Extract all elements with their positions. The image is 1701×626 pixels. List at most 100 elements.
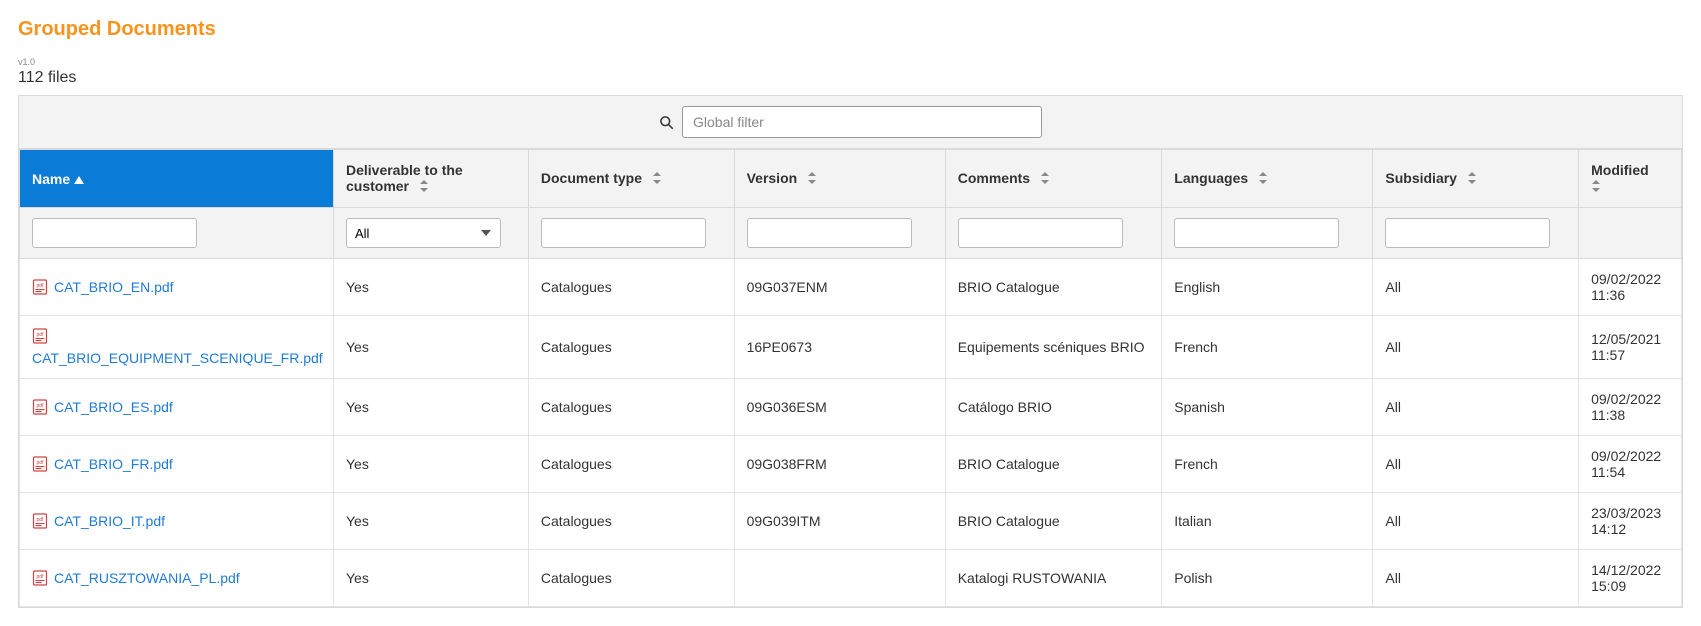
sort-both-icon <box>652 171 662 187</box>
cell-subsidiary: All <box>1373 316 1579 379</box>
file-link[interactable]: CAT_BRIO_ES.pdf <box>54 399 173 415</box>
filter-name-input[interactable] <box>32 218 197 248</box>
cell-version: 09G036ESM <box>734 379 945 436</box>
table-row: pdf CAT_BRIO_IT.pdf Yes Catalogues 09G03… <box>20 493 1682 550</box>
filter-version-input[interactable] <box>747 218 912 248</box>
file-link[interactable]: CAT_BRIO_IT.pdf <box>54 513 165 529</box>
cell-deliverable: Yes <box>333 379 528 436</box>
cell-modified: 14/12/2022 15:09 <box>1579 550 1682 607</box>
sort-both-icon <box>419 179 429 195</box>
cell-subsidiary: All <box>1373 550 1579 607</box>
file-link[interactable]: CAT_BRIO_FR.pdf <box>54 456 173 472</box>
filter-deliverable-select[interactable]: All <box>346 218 501 248</box>
cell-comments: BRIO Catalogue <box>945 493 1162 550</box>
svg-text:pdf: pdf <box>37 283 45 289</box>
pdf-icon: pdf <box>32 328 48 344</box>
col-header-languages[interactable]: Languages <box>1162 150 1373 208</box>
table-row: pdf CAT_BRIO_FR.pdf Yes Catalogues 09G03… <box>20 436 1682 493</box>
sort-both-icon <box>807 171 817 187</box>
cell-version <box>734 550 945 607</box>
col-header-name[interactable]: Name <box>20 150 334 208</box>
cell-doctype: Catalogues <box>528 436 734 493</box>
cell-languages: French <box>1162 316 1373 379</box>
pdf-icon: pdf <box>32 513 48 529</box>
filter-comments-input[interactable] <box>958 218 1123 248</box>
col-header-doctype-label: Document type <box>541 170 642 186</box>
cell-languages: Polish <box>1162 550 1373 607</box>
cell-modified: 23/03/2023 14:12 <box>1579 493 1682 550</box>
sort-both-icon <box>1040 171 1050 187</box>
cell-modified: 12/05/2021 11:57 <box>1579 316 1682 379</box>
pdf-icon: pdf <box>32 279 48 295</box>
pdf-icon: pdf <box>32 456 48 472</box>
cell-comments: Catálogo BRIO <box>945 379 1162 436</box>
svg-text:pdf: pdf <box>37 403 45 409</box>
col-header-doctype[interactable]: Document type <box>528 150 734 208</box>
table-row: pdf CAT_RUSZTOWANIA_PL.pdf Yes Catalogue… <box>20 550 1682 607</box>
pdf-icon: pdf <box>32 399 48 415</box>
col-header-subsidiary-label: Subsidiary <box>1385 170 1457 186</box>
cell-doctype: Catalogues <box>528 316 734 379</box>
sort-both-icon <box>1467 171 1477 187</box>
file-link[interactable]: CAT_BRIO_EN.pdf <box>54 279 174 295</box>
filter-doctype-input[interactable] <box>541 218 706 248</box>
cell-deliverable: Yes <box>333 493 528 550</box>
version-label: v1.0 <box>18 57 1683 67</box>
cell-languages: French <box>1162 436 1373 493</box>
table-row: pdf CAT_BRIO_EN.pdf Yes Catalogues 09G03… <box>20 259 1682 316</box>
file-link[interactable]: CAT_BRIO_EQUIPMENT_SCENIQUE_FR.pdf <box>32 350 323 366</box>
sort-asc-icon <box>74 171 84 187</box>
cell-languages: Spanish <box>1162 379 1373 436</box>
cell-modified: 09/02/2022 11:38 <box>1579 379 1682 436</box>
cell-comments: Equipements scéniques BRIO <box>945 316 1162 379</box>
cell-languages: English <box>1162 259 1373 316</box>
col-header-version-label: Version <box>747 170 798 186</box>
col-header-modified[interactable]: Modified <box>1579 150 1682 208</box>
file-count: 112 files <box>18 69 1683 87</box>
filter-subsidiary-input[interactable] <box>1385 218 1550 248</box>
svg-text:pdf: pdf <box>37 460 45 466</box>
global-filter-bar <box>19 96 1682 149</box>
table-row: pdf CAT_BRIO_ES.pdf Yes Catalogues 09G03… <box>20 379 1682 436</box>
filter-row: All <box>20 208 1682 259</box>
table-wrapper: Name Deliverable to the customer Documen… <box>18 95 1683 608</box>
col-header-languages-label: Languages <box>1174 170 1248 186</box>
svg-text:pdf: pdf <box>37 332 45 338</box>
col-header-deliverable-label: Deliverable to the customer <box>346 162 463 194</box>
cell-deliverable: Yes <box>333 259 528 316</box>
cell-version: 09G039ITM <box>734 493 945 550</box>
cell-version: 16PE0673 <box>734 316 945 379</box>
cell-comments: BRIO Catalogue <box>945 259 1162 316</box>
cell-subsidiary: All <box>1373 493 1579 550</box>
cell-subsidiary: All <box>1373 259 1579 316</box>
col-header-comments[interactable]: Comments <box>945 150 1162 208</box>
sort-both-icon <box>1591 179 1601 195</box>
cell-modified: 09/02/2022 11:54 <box>1579 436 1682 493</box>
col-header-subsidiary[interactable]: Subsidiary <box>1373 150 1579 208</box>
col-header-comments-label: Comments <box>958 170 1030 186</box>
cell-modified: 09/02/2022 11:36 <box>1579 259 1682 316</box>
svg-text:pdf: pdf <box>37 574 45 580</box>
search-icon <box>659 115 674 130</box>
pdf-icon: pdf <box>32 570 48 586</box>
col-header-modified-label: Modified <box>1591 162 1649 178</box>
file-link[interactable]: CAT_RUSZTOWANIA_PL.pdf <box>54 570 240 586</box>
col-header-version[interactable]: Version <box>734 150 945 208</box>
cell-languages: Italian <box>1162 493 1373 550</box>
svg-text:pdf: pdf <box>37 517 45 523</box>
cell-doctype: Catalogues <box>528 379 734 436</box>
cell-doctype: Catalogues <box>528 259 734 316</box>
cell-deliverable: Yes <box>333 316 528 379</box>
col-header-deliverable[interactable]: Deliverable to the customer <box>333 150 528 208</box>
table-row: pdf CAT_BRIO_EQUIPMENT_SCENIQUE_FR.pdf Y… <box>20 316 1682 379</box>
cell-doctype: Catalogues <box>528 550 734 607</box>
cell-doctype: Catalogues <box>528 493 734 550</box>
cell-deliverable: Yes <box>333 550 528 607</box>
global-filter-input[interactable] <box>682 106 1042 138</box>
cell-comments: BRIO Catalogue <box>945 436 1162 493</box>
cell-version: 09G037ENM <box>734 259 945 316</box>
page-title: Grouped Documents <box>18 18 1683 41</box>
filter-languages-input[interactable] <box>1174 218 1339 248</box>
cell-deliverable: Yes <box>333 436 528 493</box>
cell-subsidiary: All <box>1373 379 1579 436</box>
